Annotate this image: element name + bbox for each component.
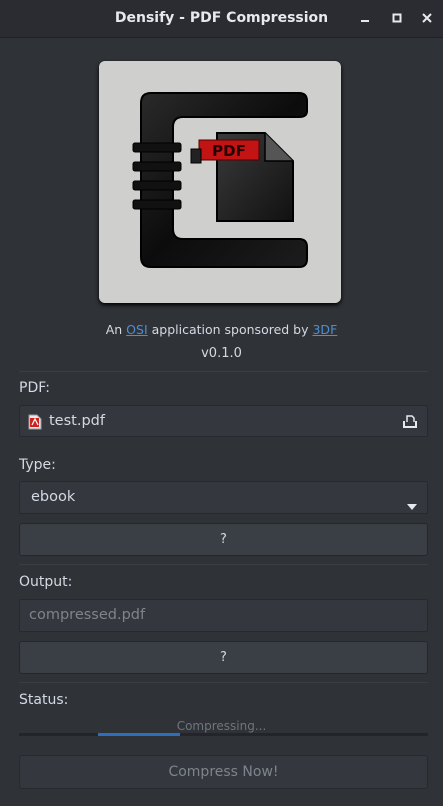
pdf-filename: test.pdf: [49, 413, 105, 429]
progress-bar-fill: [98, 733, 180, 736]
close-icon[interactable]: [417, 8, 437, 28]
window-title: Densify - PDF Compression: [114, 10, 329, 26]
output-help-button[interactable]: ?: [19, 641, 428, 674]
output-placeholder: compressed.pdf: [29, 607, 146, 623]
chevron-down-icon: [407, 495, 417, 514]
sponsor-line: An OSI application sponsored by 3DF: [0, 322, 443, 337]
progress-text: Compressing...: [176, 719, 267, 733]
logo-pdf-text: PDF: [212, 142, 246, 160]
pdf-file-icon: [28, 414, 42, 434]
output-filename-input[interactable]: compressed.pdf: [19, 599, 428, 632]
sponsor-middle: application sponsored by: [147, 322, 313, 337]
compress-button[interactable]: Compress Now!: [19, 755, 428, 789]
sponsor-prefix: An: [105, 322, 127, 337]
output-label: Output:: [19, 574, 73, 590]
type-selected-value: ebook: [31, 489, 76, 505]
separator: [19, 682, 428, 683]
status-label: Status:: [19, 692, 69, 708]
osi-link[interactable]: OSI: [126, 322, 147, 337]
version-text: v0.1.0: [201, 346, 242, 361]
app-logo: PDF: [99, 61, 341, 303]
minimize-icon[interactable]: [355, 8, 375, 28]
progress-bar: [19, 733, 428, 736]
3df-link[interactable]: 3DF: [312, 322, 337, 337]
separator: [19, 564, 428, 565]
maximize-icon[interactable]: [387, 8, 407, 28]
title-bar: Densify - PDF Compression: [0, 0, 443, 38]
open-file-icon[interactable]: [402, 413, 418, 433]
pdf-label: PDF:: [19, 380, 50, 396]
type-dropdown[interactable]: ebook: [19, 481, 428, 514]
pdf-file-chooser[interactable]: test.pdf: [19, 405, 428, 437]
type-help-button[interactable]: ?: [19, 523, 428, 556]
separator: [19, 371, 428, 372]
type-label: Type:: [19, 457, 56, 473]
